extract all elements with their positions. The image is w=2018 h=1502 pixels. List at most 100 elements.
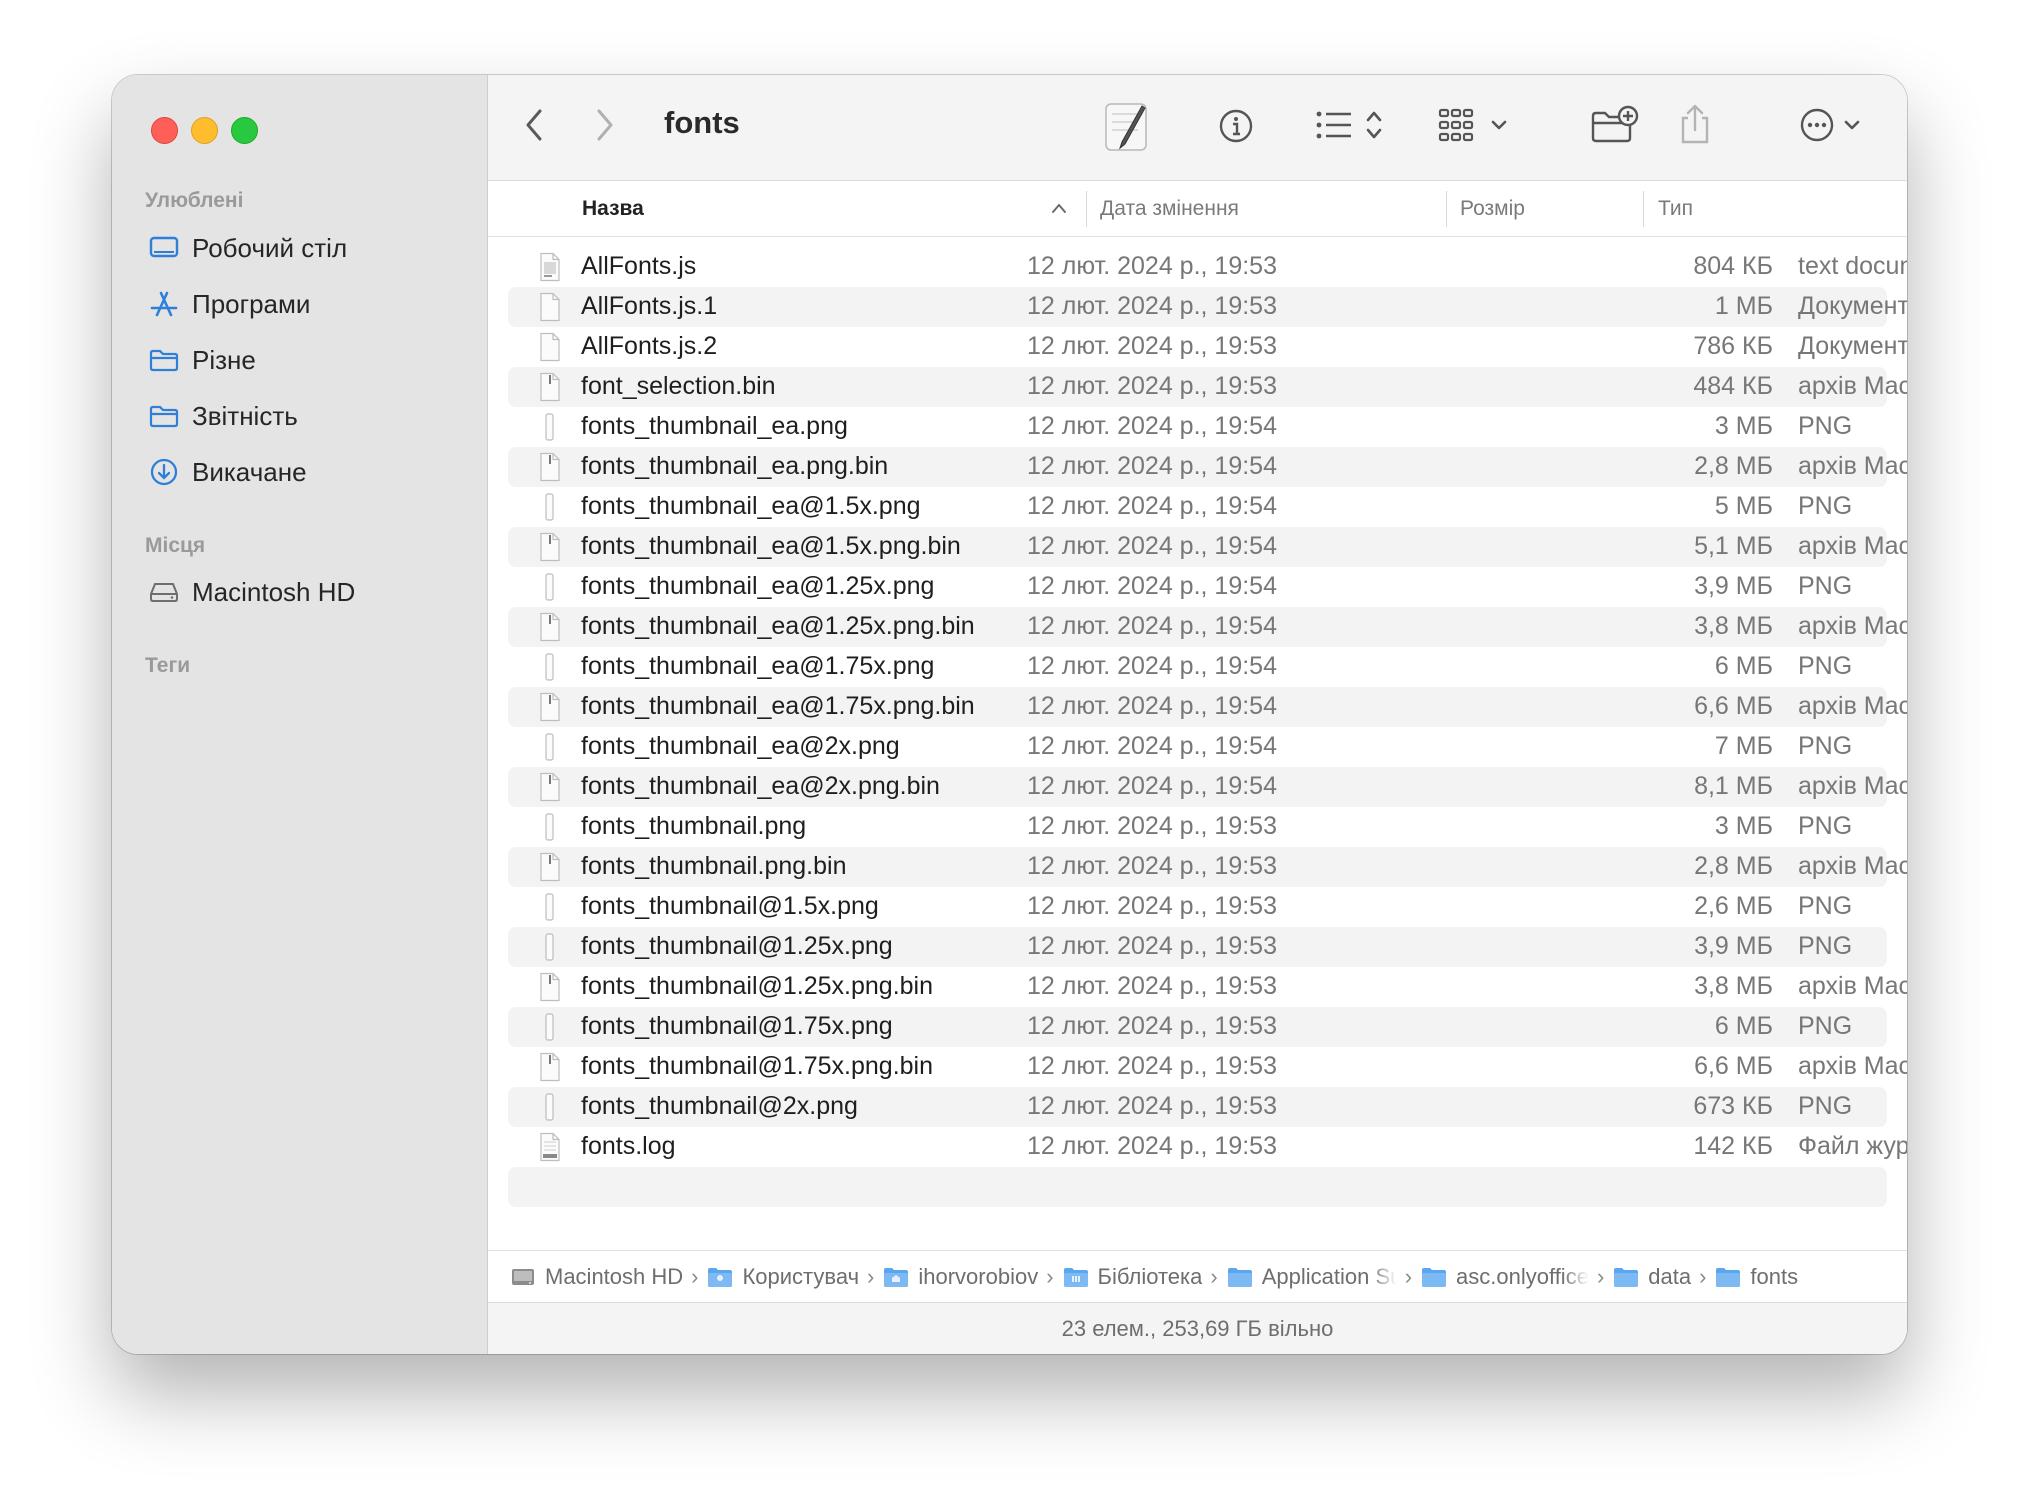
file-kind: PNG bbox=[1798, 1092, 1853, 1120]
sidebar-item-label: Macintosh HD bbox=[192, 576, 356, 607]
file-name: fonts_thumbnail_ea@1.25x.png bbox=[581, 572, 935, 600]
file-size: 5,1 МБ bbox=[1694, 532, 1773, 560]
file-size: 484 КБ bbox=[1693, 372, 1773, 400]
zoom-button[interactable] bbox=[231, 117, 258, 144]
file-row[interactable]: fonts_thumbnail@1.75x.png.bin 12 лют. 202… bbox=[508, 1047, 1907, 1087]
chevron-right-icon: › bbox=[1210, 1263, 1218, 1289]
file-name: fonts_thumbnail_ea@2x.png bbox=[581, 732, 900, 760]
file-row[interactable]: fonts_thumbnail_ea@1.5x.png.bin 12 лют. 2… bbox=[508, 527, 1907, 567]
file-row[interactable]: AllFonts.js.1 12 лют. 2024 р., 19:53 1 МБ Д… bbox=[508, 287, 1907, 327]
path-item[interactable]: ihorvorobiov bbox=[883, 1264, 1038, 1290]
file-size: 6,6 МБ bbox=[1694, 692, 1773, 720]
path-item[interactable]: Macintosh HD bbox=[510, 1264, 683, 1290]
sidebar-item-downloads[interactable]: Викачане bbox=[148, 452, 307, 492]
file-date-modified: 12 лют. 2024 р., 19:53 bbox=[1027, 972, 1277, 1000]
file-row[interactable]: fonts_thumbnail@2x.png 12 лют. 2024 р., 1… bbox=[508, 1087, 1887, 1127]
file-row[interactable]: fonts_thumbnail_ea@1.25x.png 12 лют. 2024… bbox=[508, 567, 1887, 607]
sidebar-tags-header[interactable]: Теги bbox=[145, 654, 190, 678]
file-row[interactable]: fonts_thumbnail.png 12 лют. 2024 р., 19:5… bbox=[508, 807, 1887, 847]
column-kind[interactable]: Тип bbox=[1658, 181, 1693, 236]
path-item[interactable]: Користувач bbox=[707, 1264, 859, 1290]
column-name[interactable]: Назва bbox=[582, 181, 644, 236]
path-item[interactable]: Application Support bbox=[1227, 1264, 1397, 1290]
file-row[interactable]: fonts_thumbnail_ea@2x.png.bin 12 лют. 202… bbox=[508, 767, 1907, 807]
file-row[interactable]: fonts_thumbnail_ea@2x.png 12 лют. 2024 р.… bbox=[508, 727, 1887, 767]
folder-icon bbox=[1422, 1267, 1447, 1287]
file-date-modified: 12 лют. 2024 р., 19:54 bbox=[1027, 572, 1277, 600]
sort-ascending-icon[interactable] bbox=[1050, 202, 1068, 214]
more-actions-button[interactable] bbox=[1798, 103, 1874, 147]
sidebar-item-applications[interactable]: Програми bbox=[148, 284, 310, 324]
column-divider[interactable] bbox=[1446, 191, 1447, 227]
empty-row bbox=[508, 1167, 1887, 1207]
file-date-modified: 12 лют. 2024 р., 19:53 bbox=[1027, 932, 1277, 960]
column-divider[interactable] bbox=[1086, 191, 1087, 227]
column-divider[interactable] bbox=[1643, 191, 1644, 227]
file-name: fonts.log bbox=[581, 1132, 676, 1160]
close-button[interactable] bbox=[151, 117, 178, 144]
file-name: fonts_thumbnail_ea@2x.png.bin bbox=[581, 772, 940, 800]
file-kind: PNG bbox=[1798, 732, 1853, 760]
minimize-button[interactable] bbox=[191, 117, 218, 144]
new-folder-button[interactable] bbox=[1588, 103, 1640, 147]
sidebar-locations-header: Місця bbox=[145, 534, 206, 557]
file-name: fonts_thumbnail_ea.png bbox=[581, 412, 848, 440]
share-button[interactable] bbox=[1675, 101, 1715, 147]
file-row[interactable]: AllFonts.js.2 12 лют. 2024 р., 19:53 786 К… bbox=[508, 327, 1907, 367]
file-row[interactable]: fonts_thumbnail_ea@1.5x.png 12 лют. 2024 … bbox=[508, 487, 1887, 527]
info-button[interactable] bbox=[1216, 106, 1256, 146]
desktop-icon bbox=[148, 232, 180, 264]
sidebar-item-misc[interactable]: Різне bbox=[148, 340, 256, 380]
file-icon bbox=[538, 372, 562, 402]
new-folder-icon bbox=[1591, 105, 1639, 143]
textedit-app-button[interactable] bbox=[1099, 99, 1155, 155]
file-size: 7 МБ bbox=[1714, 732, 1773, 760]
file-row[interactable]: fonts_thumbnail_ea@1.25x.png.bin 12 лют. … bbox=[508, 607, 1907, 647]
applications-icon bbox=[148, 288, 180, 320]
file-row[interactable]: fonts_thumbnail.png.bin 12 лют. 2024 р., … bbox=[508, 847, 1907, 887]
path-item[interactable]: data bbox=[1613, 1264, 1691, 1290]
file-name: fonts_thumbnail_ea@1.75x.png bbox=[581, 652, 935, 680]
file-size: 6,6 МБ bbox=[1694, 1052, 1773, 1080]
file-row[interactable]: fonts_thumbnail@1.5x.png 12 лют. 2024 р.,… bbox=[508, 887, 1887, 927]
sidebar-item-macintosh-hd[interactable]: Macintosh HD bbox=[148, 572, 355, 612]
file-name: fonts_thumbnail_ea@1.25x.png.bin bbox=[581, 612, 975, 640]
path-item[interactable]: asc.onlyoffice bbox=[1421, 1264, 1589, 1290]
file-icon bbox=[538, 572, 562, 602]
file-row[interactable]: fonts_thumbnail_ea.png.bin 12 лют. 2024 р… bbox=[508, 447, 1907, 487]
file-row[interactable]: fonts_thumbnail_ea@1.75x.png 12 лют. 2024… bbox=[508, 647, 1887, 687]
file-icon bbox=[538, 1092, 562, 1122]
file-row[interactable]: fonts_thumbnail@1.25x.png 12 лют. 2024 р.… bbox=[508, 927, 1887, 967]
column-size[interactable]: Розмір bbox=[1460, 181, 1525, 236]
sidebar-item-reports[interactable]: Звітність bbox=[148, 396, 298, 436]
view-mode-list-button[interactable] bbox=[1313, 103, 1389, 147]
column-date-modified[interactable]: Дата змінення bbox=[1100, 181, 1239, 236]
file-icon bbox=[538, 892, 562, 922]
file-row[interactable]: fonts.log 12 лют. 2024 р., 19:53 142 КБ Фай… bbox=[508, 1127, 1907, 1167]
path-item[interactable]: Бібліотека bbox=[1063, 1264, 1202, 1290]
share-icon bbox=[1681, 104, 1709, 144]
back-button[interactable] bbox=[514, 105, 554, 145]
file-icon bbox=[538, 652, 562, 682]
path-item[interactable]: fonts bbox=[1715, 1264, 1798, 1290]
file-date-modified: 12 лют. 2024 р., 19:53 bbox=[1027, 1052, 1277, 1080]
group-by-button[interactable] bbox=[1437, 103, 1517, 147]
column-header: Назва Дата змінення Розмір Тип bbox=[488, 181, 1907, 237]
file-size: 5 МБ bbox=[1714, 492, 1773, 520]
file-row[interactable]: font_selection.bin 12 лют. 2024 р., 19:53… bbox=[508, 367, 1907, 407]
file-row[interactable]: fonts_thumbnail@1.75x.png 12 лют. 2024 р.… bbox=[508, 1007, 1887, 1047]
sidebar-item-desktop[interactable]: Робочий стіл bbox=[148, 228, 347, 268]
file-row[interactable]: fonts_thumbnail_ea@1.75x.png.bin 12 лют. … bbox=[508, 687, 1907, 727]
info-icon bbox=[1219, 109, 1253, 143]
file-row[interactable]: fonts_thumbnail_ea.png 12 лют. 2024 р., 1… bbox=[508, 407, 1887, 447]
sidebar-item-label: Звітність bbox=[192, 400, 298, 431]
forward-button[interactable] bbox=[585, 105, 625, 145]
column-name-label: Назва bbox=[582, 196, 644, 220]
toolbar: fonts bbox=[488, 75, 1907, 181]
file-size: 6 МБ bbox=[1714, 1012, 1773, 1040]
file-row[interactable]: AllFonts.js 12 лют. 2024 р., 19:53 804 КБ t… bbox=[508, 247, 1907, 287]
file-size: 3,8 МБ bbox=[1694, 972, 1773, 1000]
file-kind: PNG bbox=[1798, 492, 1853, 520]
file-row[interactable]: fonts_thumbnail@1.25x.png.bin 12 лют. 202… bbox=[508, 967, 1907, 1007]
window-title: fonts bbox=[664, 105, 740, 140]
